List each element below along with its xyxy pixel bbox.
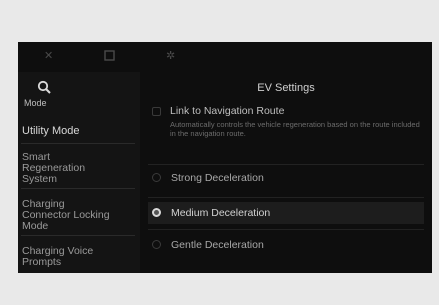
sidebar-item-label: Utility Mode xyxy=(22,125,80,137)
divider xyxy=(148,197,424,198)
home-icon[interactable] xyxy=(104,50,115,64)
radio-button[interactable] xyxy=(152,173,161,182)
link-navigation-checkbox[interactable] xyxy=(152,107,161,116)
option-gentle-deceleration[interactable]: Gentle Deceleration xyxy=(148,234,424,256)
top-bar: ✕ ✲ xyxy=(18,42,432,72)
search-icon[interactable] xyxy=(37,80,51,94)
sidebar-divider xyxy=(21,188,135,189)
sidebar-item-smart-regeneration[interactable]: Smart Regeneration System xyxy=(22,152,106,185)
link-navigation-label[interactable]: Link to Navigation Route xyxy=(170,105,284,117)
sidebar-item-utility-mode[interactable]: Utility Mode xyxy=(22,126,79,137)
settings-icon[interactable]: ✲ xyxy=(166,50,175,62)
sidebar: Mode Utility Mode Smart Regeneration Sys… xyxy=(18,72,140,273)
sidebar-item-label: Charging Connector Locking Mode xyxy=(22,198,110,232)
sidebar-item-label: Smart Regeneration System xyxy=(22,151,86,185)
sidebar-item-label: Charging Voice Prompts xyxy=(22,245,94,268)
search-label: Mode xyxy=(24,98,47,108)
divider xyxy=(148,164,424,165)
ev-settings-screen: ✕ ✲ Mode Utility Mode Smart Regeneration… xyxy=(18,42,432,273)
divider xyxy=(148,229,424,230)
option-strong-deceleration[interactable]: Strong Deceleration xyxy=(148,167,424,189)
option-label: Gentle Deceleration xyxy=(171,239,264,251)
sidebar-divider xyxy=(21,235,135,236)
option-medium-deceleration[interactable]: Medium Deceleration xyxy=(148,202,424,224)
radio-button[interactable] xyxy=(152,240,161,249)
option-label: Medium Deceleration xyxy=(171,207,271,219)
radio-button-selected[interactable] xyxy=(152,208,161,217)
page-title: EV Settings xyxy=(257,82,315,94)
close-icon[interactable]: ✕ xyxy=(44,50,53,62)
sidebar-divider xyxy=(21,143,135,144)
link-navigation-description: Automatically controls the vehicle regen… xyxy=(170,120,420,138)
sidebar-item-charging-voice-prompts[interactable]: Charging Voice Prompts xyxy=(22,246,108,268)
sidebar-item-charging-connector[interactable]: Charging Connector Locking Mode xyxy=(22,199,112,232)
option-label: Strong Deceleration xyxy=(171,172,264,184)
